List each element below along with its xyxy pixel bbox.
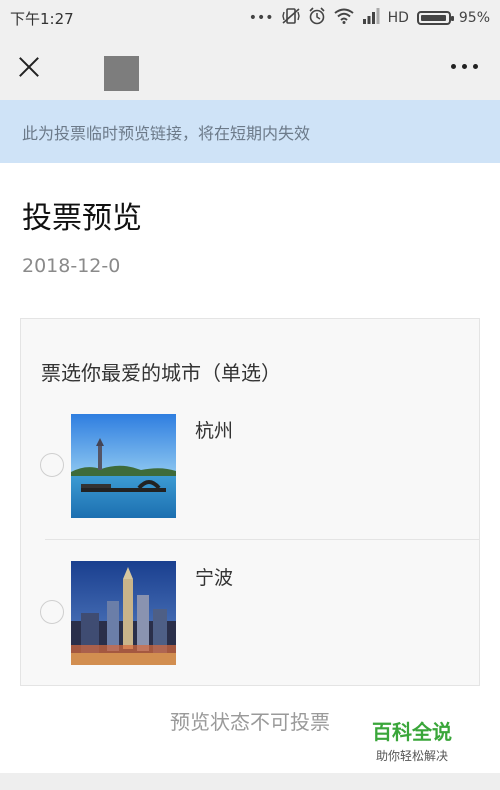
watermark-subtitle: 助你轻松解决: [375, 749, 448, 763]
vote-card: 票选你最爱的城市（单选） 杭州 宁波: [20, 318, 480, 686]
close-icon[interactable]: [12, 50, 46, 84]
more-icon[interactable]: [451, 64, 478, 69]
battery-percent: 95%: [458, 10, 490, 26]
status-bar: 下午1:27 ••• HD 95%: [0, 0, 500, 36]
vote-option-ningbo[interactable]: 宁波: [21, 540, 479, 686]
watermark-title: 百科全说: [372, 720, 452, 744]
status-icons: ••• HD 95%: [249, 7, 490, 29]
nav-thumbnail: [104, 56, 139, 91]
vibrate-icon: [281, 8, 300, 28]
page-title: 投票预览: [22, 201, 142, 236]
option-label: 宁波: [195, 567, 234, 589]
alarm-icon: [308, 7, 326, 29]
bottom-strip: [0, 773, 500, 790]
vote-option-hangzhou[interactable]: 杭州: [21, 393, 479, 539]
preview-notice-text: 此为投票临时预览链接，将在短期内失效: [22, 124, 311, 143]
nav-bar: [0, 36, 500, 100]
battery-icon: [416, 11, 454, 25]
option-label: 杭州: [195, 420, 234, 442]
hangzhou-photo: [71, 414, 176, 518]
wifi-icon: [333, 8, 354, 28]
signal-icon: [362, 8, 380, 28]
watermark-logo: 百科全说 助你轻松解决: [362, 716, 462, 764]
status-time: 下午1:27: [10, 10, 74, 28]
preview-notice: 此为投票临时预览链接，将在短期内失效: [0, 100, 500, 163]
vote-question: 票选你最爱的城市（单选）: [41, 361, 281, 385]
publish-date: 2018-12-0: [22, 255, 121, 277]
battery-fill: [420, 15, 446, 21]
radio-button[interactable]: [40, 453, 64, 477]
more-dots-icon: •••: [248, 10, 274, 26]
network-label: HD: [387, 10, 409, 26]
radio-button[interactable]: [40, 600, 64, 624]
ningbo-photo: [71, 561, 176, 665]
